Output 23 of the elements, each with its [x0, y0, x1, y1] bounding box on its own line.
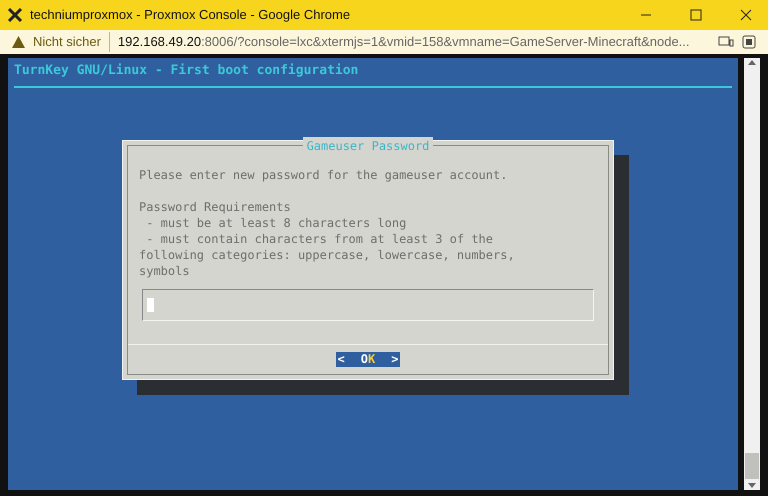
scrollbar[interactable] — [744, 58, 760, 490]
scroll-up-icon[interactable] — [748, 60, 756, 65]
extension-icon[interactable] — [742, 35, 756, 49]
cast-icon[interactable] — [718, 36, 734, 48]
dialog-text: - must contain characters from at least 3 of the — [145, 230, 494, 246]
maximize-icon[interactable] — [690, 9, 702, 21]
dialog-text: - must be at least 8 characters long — [145, 214, 408, 230]
security-label[interactable]: Nicht sicher — [33, 32, 110, 52]
warning-icon — [12, 36, 25, 48]
scroll-down-icon[interactable] — [748, 483, 756, 488]
dialog-text: Please enter new password for the gameuser account. — [139, 166, 508, 182]
terminal-header: TurnKey GNU/Linux - First boot configuration — [14, 63, 358, 78]
password-field[interactable] — [142, 288, 594, 320]
dialog-text: Password Requirements — [139, 198, 292, 214]
close-icon[interactable] — [740, 9, 752, 21]
scroll-thumb[interactable] — [745, 453, 759, 479]
text-cursor — [147, 298, 154, 312]
ok-button[interactable]: < OK > — [336, 352, 400, 366]
dialog-text: following categories: uppercase, lowercase, numbers, — [139, 246, 516, 262]
url-text[interactable]: 192.168.49.20:8006/?console=lxc&xtermjs=1&vmid=158&vmname=GameServer-Minecraft&node... — [118, 32, 690, 52]
dialog-text: symbols — [139, 262, 191, 278]
app-logo-icon — [8, 8, 22, 22]
window-title: techniumproxmox - Proxmox Console - Google Chrome — [30, 6, 350, 24]
